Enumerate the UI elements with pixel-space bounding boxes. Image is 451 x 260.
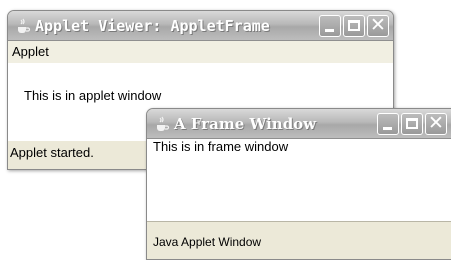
frame-minimize-button[interactable] <box>377 113 399 135</box>
frame-title-bar[interactable]: A Frame Window ✕ <box>147 109 451 139</box>
applet-status-text: Applet started. <box>10 145 94 160</box>
java-cup-icon <box>157 116 170 131</box>
frame-window-title: A Frame Window <box>174 115 317 133</box>
close-icon: ✕ <box>428 112 444 134</box>
close-icon: ✕ <box>370 14 386 36</box>
frame-status-divider <box>147 221 451 222</box>
minimize-icon <box>325 29 334 32</box>
maximize-icon <box>348 20 360 31</box>
frame-maximize-button[interactable] <box>401 113 423 135</box>
maximize-icon <box>406 118 418 129</box>
frame-status-text: Java Applet Window <box>153 235 262 249</box>
minimize-icon <box>383 127 392 130</box>
applet-title-bar[interactable]: Applet Viewer: AppletFrame ✕ <box>8 11 393 41</box>
applet-menu-bar: Applet <box>8 41 393 64</box>
applet-menu[interactable]: Applet <box>12 44 49 59</box>
applet-close-button[interactable]: ✕ <box>367 14 389 37</box>
frame-window: A Frame Window ✕ This is in frame window… <box>146 108 451 260</box>
frame-window-controls: ✕ <box>377 112 447 135</box>
applet-content-text: This is in applet window <box>24 88 162 103</box>
applet-window-title: Applet Viewer: AppletFrame <box>35 17 270 35</box>
frame-content-text: This is in frame window <box>153 139 289 154</box>
java-cup-icon <box>18 18 31 33</box>
frame-close-button[interactable]: ✕ <box>425 112 447 135</box>
applet-minimize-button[interactable] <box>319 15 341 37</box>
applet-maximize-button[interactable] <box>343 15 365 37</box>
applet-window-controls: ✕ <box>319 14 389 37</box>
